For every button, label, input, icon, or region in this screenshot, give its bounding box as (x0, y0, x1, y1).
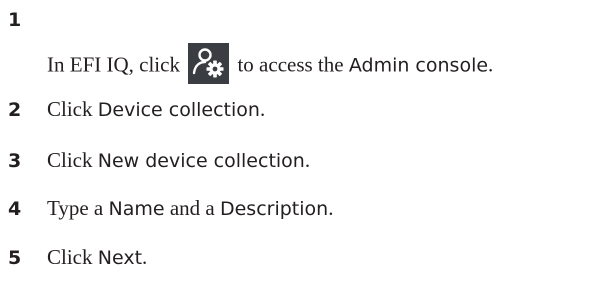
step-text-after-icon: to access the (237, 52, 344, 77)
ui-term-new-device-collection: New device collection (97, 150, 305, 172)
step-number: 3 (8, 150, 22, 172)
step-text-prefix: Click (47, 148, 93, 172)
step-text-before-icon: In EFI IQ, click (47, 52, 180, 77)
step-text-prefix: Click (47, 245, 93, 269)
step-number: 4 (8, 198, 22, 220)
step-end-punct: . (142, 245, 148, 269)
step-end-punct: . (488, 52, 494, 77)
ui-term-name: Name (108, 198, 165, 220)
step-text-prefix: Click (47, 97, 93, 121)
step-text: Click Next. (47, 247, 147, 268)
ui-term-admin-console: Admin console (348, 54, 489, 77)
ui-term-device-collection: Device collection (97, 99, 260, 121)
admin-console-icon (188, 43, 230, 84)
step-text: Click New device collection. (47, 150, 310, 171)
step-number: 2 (8, 99, 22, 121)
step-end-punct: . (304, 148, 311, 172)
step-text-prefix: Type a (47, 196, 104, 220)
step-text: Type a Name and a Description. (47, 198, 333, 219)
ui-term-description: Description (219, 198, 329, 220)
step-text: Click Device collection. (47, 99, 265, 120)
ui-term-next: Next (97, 247, 143, 269)
step-end-punct: . (328, 196, 334, 220)
step-text-middle: and a (169, 196, 215, 220)
step-text: In EFI IQ, click to access the Admin con… (47, 43, 494, 87)
step-end-punct: . (259, 97, 266, 121)
step-number: 5 (8, 247, 22, 269)
step-number: 1 (8, 9, 22, 31)
